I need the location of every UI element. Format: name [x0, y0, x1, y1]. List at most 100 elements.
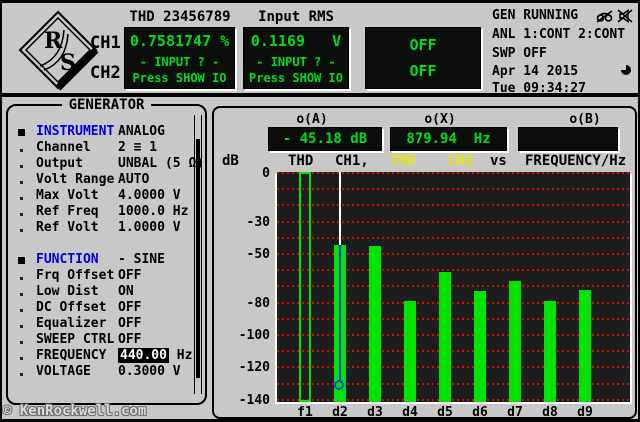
gridline	[277, 252, 630, 255]
gen-item-label: INSTRUMENT	[36, 124, 115, 139]
gridline	[277, 172, 630, 174]
gen-menu-item-frq-offset[interactable]: Frq Offset OFF	[8, 268, 191, 284]
gen-item-value: ANALOG	[118, 124, 165, 139]
y-tick-label: -120	[238, 360, 270, 376]
gridline	[277, 188, 630, 191]
gen-item-label: Ref Freq	[36, 204, 99, 219]
y-tick-label: 0	[262, 166, 270, 181]
gen-menu-item-frequency[interactable]: FREQUENCY 440.00 Hz	[8, 348, 192, 364]
thd-display-title: THD 23456789	[129, 9, 231, 25]
gen-item-label: Ref Volt	[36, 220, 99, 235]
gen-item-value: 1.0000 V	[118, 220, 181, 235]
generator-menu: INSTRUMENT ANALOG Channel 2 ≡ 1 Output UNBAL …	[8, 124, 204, 380]
gen-item-value[interactable]: 440.00 Hz	[118, 348, 192, 364]
gen-menu-item-equalizer[interactable]: Equalizer OFF	[8, 316, 191, 332]
gen-menu-item-dc-offset[interactable]: DC Offset OFF	[8, 300, 191, 316]
gen-item-value: AUTO	[118, 172, 150, 187]
ch2-label: CH2	[90, 63, 121, 83]
x-tick-label-d9: d9	[577, 405, 593, 420]
gen-item-value: OFF	[118, 300, 142, 315]
gen-menu-item-max-volt[interactable]: Max Volt 4.0000 V	[8, 188, 191, 204]
gen-menu-item-volt-range[interactable]: Volt Range AUTO	[8, 172, 191, 188]
oB-label: o(B)	[569, 112, 601, 127]
gen-item-label: SWEEP CTRL	[36, 332, 115, 347]
gen-item-label: Volt Range	[36, 172, 115, 187]
y-tick-label: -80	[246, 295, 270, 311]
gen-item-value: 0.3000 V	[118, 364, 181, 379]
aux-line1: OFF	[409, 36, 437, 54]
gen-item-label: FUNCTION	[36, 252, 99, 267]
gen-item-label: DC Offset	[36, 300, 107, 315]
thd-display: 0.7581747 % - INPUT ? - Press SHOW IO	[124, 27, 235, 89]
swp-status: SWP OFF	[492, 46, 547, 61]
gen-menu-item-sweep-ctrl[interactable]: SWEEP CTRL OFF	[8, 332, 191, 348]
generator-panel-title: GENERATOR	[61, 97, 152, 113]
svg-text:S: S	[60, 50, 76, 76]
x-tick-label-d8: d8	[542, 405, 558, 420]
gen-item-label: Equalizer	[36, 316, 107, 331]
gridline	[277, 398, 630, 401]
gen-menu-item-function[interactable]: FUNCTION - SINE	[8, 252, 191, 268]
x-axis-label: FREQUENCY/Hz	[525, 153, 627, 169]
gen-menu-item-output[interactable]: Output UNBAL (5 Ω)	[8, 156, 204, 172]
gen-item-label: Max Volt	[36, 188, 99, 203]
gen-status: GEN RUNNING	[492, 8, 579, 23]
speaker-muted-icon	[617, 9, 633, 23]
thd-showio-hint: Press SHOW IO	[132, 71, 227, 85]
gridline	[277, 301, 630, 304]
gen-menu-item-channel[interactable]: Channel 2 ≡ 1	[8, 140, 191, 156]
frame-top	[0, 0, 640, 3]
gen-item-label: Low Dist	[36, 284, 99, 299]
generator-scrollbar-thumb[interactable]	[196, 139, 200, 378]
rms-display: 0.1169 V - INPUT ? - Press SHOW IO	[243, 27, 349, 89]
x-tick-label-d3: d3	[367, 405, 383, 420]
gen-menu-item-voltage[interactable]: VOLTAGE 0.3000 V	[8, 364, 191, 380]
x-tick-label-d5: d5	[437, 405, 453, 420]
y-tick-label: -30	[246, 214, 270, 230]
gen-item-value: 2 ≡ 1	[118, 140, 158, 155]
gen-item-label: FREQUENCY	[36, 348, 107, 363]
gen-menu-spacer	[8, 236, 191, 252]
x-tick-label-d7: d7	[507, 405, 523, 420]
gridline	[277, 204, 630, 207]
gen-item-value-highlighted[interactable]: 440.00	[118, 348, 169, 363]
cursor-line-lower[interactable]	[339, 245, 341, 380]
gen-item-label: Output	[36, 156, 83, 171]
chart-panel: o(A) o(X) o(B) - 45.18 dB 879.94 Hz dB T…	[212, 106, 637, 420]
date-label: Apr 14 2015	[492, 64, 579, 79]
rs-logo: R S	[18, 10, 98, 91]
gen-item-value: ON	[118, 284, 134, 299]
gridline	[277, 317, 630, 320]
aux-line2: OFF	[409, 62, 437, 80]
y-tick-label: -50	[246, 246, 270, 262]
gen-menu-item-low-dist[interactable]: Low Dist ON	[8, 284, 191, 300]
cursor-line-upper[interactable]	[339, 172, 341, 246]
gridline	[277, 285, 630, 288]
trace2-name: THD	[390, 153, 416, 169]
gen-item-value: OFF	[118, 268, 142, 283]
ch1-label: CH1	[90, 33, 121, 53]
clock-icon	[620, 64, 631, 75]
generator-scrollbar[interactable]	[194, 115, 202, 394]
headphones-muted-icon	[596, 10, 613, 23]
gen-item-value: OFF	[118, 316, 142, 331]
gridline	[277, 366, 630, 369]
oB-readout	[518, 127, 618, 151]
rms-display-title: Input RMS	[258, 9, 334, 25]
y-tick-label: -140	[238, 392, 270, 408]
cursor-marker[interactable]	[334, 380, 344, 390]
bar-d9	[579, 290, 591, 402]
trace1-name: THD	[288, 153, 314, 169]
generator-panel: GENERATOR INSTRUMENT ANALOG Channel 2 ≡ 1 Ou…	[6, 97, 207, 405]
aux-display: OFF OFF	[365, 27, 481, 89]
plot-frame	[275, 172, 632, 404]
bar-d5	[439, 272, 451, 402]
gen-menu-item-ref-volt[interactable]: Ref Volt 1.0000 V	[8, 220, 191, 236]
bar-d3	[369, 245, 381, 402]
time-label: Tue 09:34:27	[492, 81, 586, 96]
gen-item-value: UNBAL (5 Ω)	[118, 156, 205, 171]
oA-label: o(A)	[296, 112, 328, 127]
gen-menu-item-ref-freq[interactable]: Ref Freq 1000.0 Hz	[8, 204, 191, 220]
gen-menu-item-instrument[interactable]: INSTRUMENT ANALOG	[8, 124, 191, 140]
analyzer-screen: R S CH1 CH2 THD 23456789 0.7581747 % - I…	[0, 0, 640, 422]
